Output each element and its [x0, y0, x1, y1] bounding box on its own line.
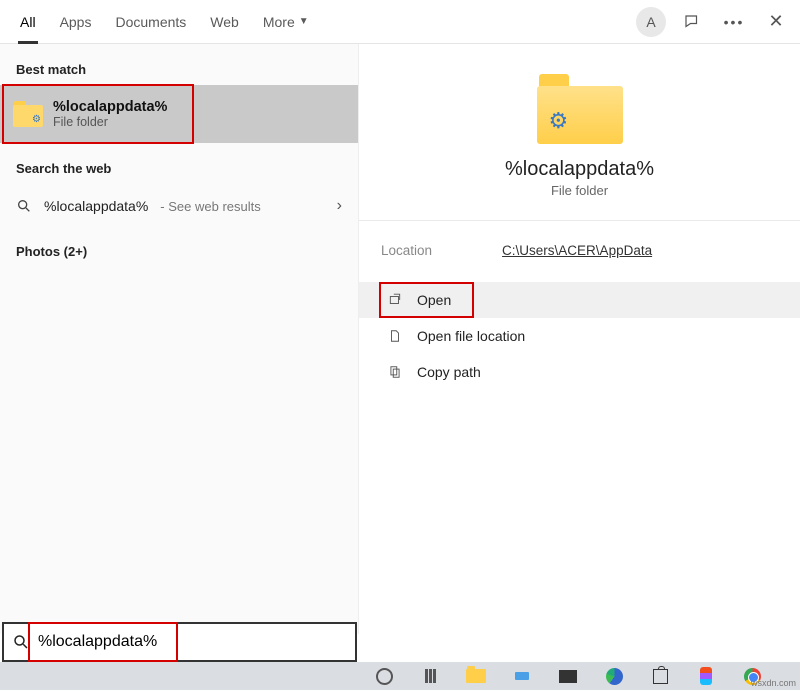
- preview-title: %localappdata%: [379, 158, 780, 181]
- action-open-location[interactable]: Open file location: [379, 318, 780, 354]
- best-match-label: Best match: [0, 54, 358, 85]
- tab-more-label: More: [263, 14, 295, 30]
- close-icon[interactable]: ✕: [760, 6, 792, 38]
- user-avatar[interactable]: A: [636, 7, 666, 37]
- file-location-icon: [387, 328, 403, 344]
- tab-documents[interactable]: Documents: [103, 0, 198, 44]
- search-box[interactable]: [2, 622, 357, 662]
- taskbar: [0, 662, 800, 690]
- search-web-label: Search the web: [0, 153, 358, 184]
- search-icon: [12, 633, 30, 651]
- web-suffix-text: - See web results: [160, 199, 260, 214]
- action-open-location-label: Open file location: [417, 328, 525, 344]
- taskbar-store-icon[interactable]: [648, 666, 672, 686]
- result-title: %localappdata%: [53, 99, 167, 115]
- actions-list: Open Open file location Copy path: [379, 282, 780, 390]
- taskbar-figma-icon[interactable]: [694, 666, 718, 686]
- tab-all[interactable]: All: [8, 0, 48, 44]
- divider: [359, 220, 800, 221]
- folder-icon: ⚙: [13, 101, 43, 127]
- chevron-right-icon: ›: [337, 197, 342, 215]
- location-value[interactable]: C:\Users\ACER\AppData: [502, 243, 652, 258]
- action-open-label: Open: [417, 292, 451, 308]
- taskbar-mail-icon[interactable]: [556, 666, 580, 686]
- tab-more[interactable]: More ▼: [251, 0, 321, 44]
- tab-web[interactable]: Web: [198, 0, 251, 44]
- result-subtitle: File folder: [53, 115, 167, 129]
- action-copy-path-label: Copy path: [417, 364, 481, 380]
- taskbar-edge-icon[interactable]: [602, 666, 626, 686]
- action-open[interactable]: Open: [379, 282, 474, 318]
- taskbar-taskview-icon[interactable]: [418, 666, 442, 686]
- results-panel: Best match ⚙ %localappdata% File folder …: [0, 44, 358, 634]
- feedback-icon[interactable]: [676, 6, 708, 38]
- chevron-down-icon: ▼: [299, 16, 309, 27]
- taskbar-app-icon[interactable]: [510, 666, 534, 686]
- open-icon: [387, 292, 403, 308]
- location-label: Location: [381, 243, 432, 258]
- search-input[interactable]: [38, 633, 347, 651]
- web-query-text: %localappdata%: [44, 198, 148, 214]
- watermark: wsxdn.com: [751, 678, 796, 688]
- search-filter-tabs: All Apps Documents Web More ▼ A ••• ✕: [0, 0, 800, 44]
- taskbar-explorer-icon[interactable]: [464, 666, 488, 686]
- preview-subtitle: File folder: [379, 183, 780, 198]
- folder-large-icon: ⚙: [535, 74, 625, 144]
- web-result-row[interactable]: %localappdata% - See web results ›: [0, 184, 358, 228]
- best-match-result[interactable]: ⚙ %localappdata% File folder: [0, 85, 358, 143]
- preview-panel: ⚙ %localappdata% File folder Location C:…: [358, 44, 800, 634]
- more-options-icon[interactable]: •••: [718, 6, 750, 38]
- tab-apps[interactable]: Apps: [48, 0, 104, 44]
- action-copy-path[interactable]: Copy path: [379, 354, 780, 390]
- search-icon: [16, 198, 32, 214]
- photos-label[interactable]: Photos (2+): [0, 236, 358, 267]
- taskbar-cortana-icon[interactable]: [372, 666, 396, 686]
- copy-path-icon: [387, 364, 403, 380]
